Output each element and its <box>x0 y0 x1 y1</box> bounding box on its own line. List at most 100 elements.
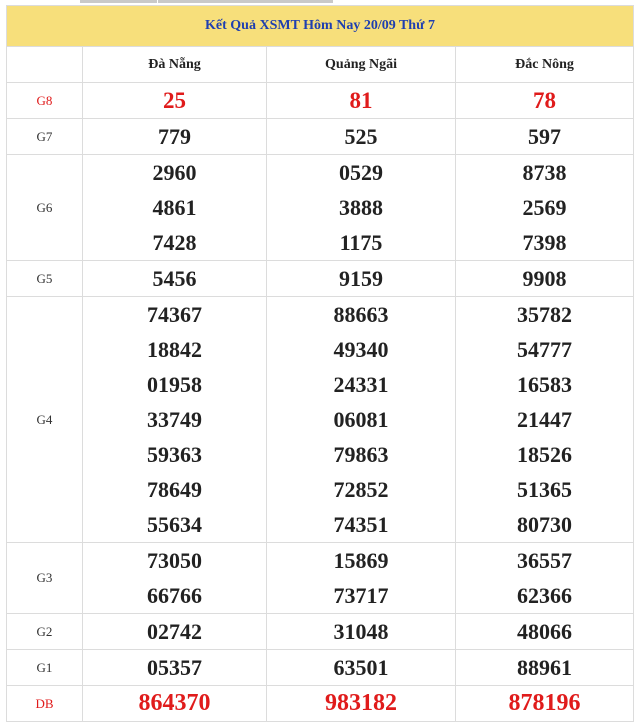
prize-cell-db-da-nang: 864370 <box>82 685 267 722</box>
prize-number: 06081 <box>333 407 389 432</box>
prize-number: 74351 <box>333 512 389 537</box>
prize-number: 88663 <box>333 302 389 327</box>
prize-number: 24331 <box>333 372 389 397</box>
prize-cell-g1-dac-nong: 88961 <box>454 649 635 686</box>
prize-row-g8: G8 25 81 78 <box>6 82 635 119</box>
empty-header-cell <box>6 46 83 83</box>
prize-cell-g7-dac-nong: 597 <box>454 118 635 155</box>
prize-row-g3: G3 73050 66766 15869 73717 36557 62366 <box>6 542 635 614</box>
prize-number: 36557 <box>517 548 573 573</box>
prize-number: 78 <box>533 88 557 113</box>
prize-number: 21447 <box>517 407 573 432</box>
prize-number: 0529 <box>339 160 383 185</box>
province-header-quang-ngai[interactable]: Quảng Ngãi <box>266 46 456 83</box>
prize-label-g2: G2 <box>6 613 83 650</box>
prize-number: 63501 <box>333 655 389 680</box>
prize-number: 74367 <box>147 302 202 327</box>
prize-row-g5: G5 5456 9159 9908 <box>6 260 635 297</box>
prize-number: 66766 <box>147 583 202 608</box>
prize-number: 81 <box>349 88 373 113</box>
prize-number: 59363 <box>147 442 202 467</box>
results-title: Kết Quả XSMT Hôm Nay 20/09 Thứ 7 <box>5 5 635 47</box>
prize-number: 1175 <box>339 230 383 255</box>
prize-cell-g3-da-nang: 73050 66766 <box>82 542 267 614</box>
prize-number: 3888 <box>339 195 383 220</box>
prize-number: 9159 <box>339 266 383 291</box>
prize-number: 31048 <box>333 619 389 644</box>
prize-label-g8: G8 <box>6 82 83 119</box>
prize-number: 878196 <box>508 690 581 716</box>
prize-number: 15869 <box>333 548 389 573</box>
prize-number: 73050 <box>147 548 202 573</box>
prize-row-db: DB 864370 983182 878196 <box>6 685 635 722</box>
province-header-dac-nong[interactable]: Đắc Nông <box>454 46 635 83</box>
prize-number: 9908 <box>522 266 567 291</box>
prize-number: 55634 <box>147 512 202 537</box>
prize-number: 4861 <box>152 195 197 220</box>
prize-cell-g8-dac-nong: 78 <box>454 82 635 119</box>
prize-label-g3: G3 <box>6 542 83 614</box>
province-header-row: Đà Nẵng Quảng Ngãi Đắc Nông <box>6 46 635 83</box>
prize-cell-g3-dac-nong: 36557 62366 <box>454 542 635 614</box>
prize-number: 62366 <box>517 583 573 608</box>
prize-row-g1: G1 05357 63501 88961 <box>6 649 635 686</box>
prize-row-g7: G7 779 525 597 <box>6 118 635 155</box>
prize-number: 49340 <box>333 337 389 362</box>
province-header-da-nang[interactable]: Đà Nẵng <box>82 46 267 83</box>
prize-label-g1: G1 <box>6 649 83 686</box>
prize-number: 05357 <box>147 655 202 680</box>
prize-number: 72852 <box>333 477 389 502</box>
top-tab-strip <box>80 0 333 3</box>
prize-number: 54777 <box>517 337 573 362</box>
prize-number: 51365 <box>517 477 573 502</box>
prize-cell-g4-da-nang: 74367 18842 01958 33749 59363 78649 5563… <box>82 296 267 543</box>
prize-cell-g8-da-nang: 25 <box>82 82 267 119</box>
prize-number: 48066 <box>517 619 573 644</box>
prize-number: 73717 <box>333 583 389 608</box>
prize-number: 983182 <box>325 690 397 716</box>
prize-cell-g6-da-nang: 2960 4861 7428 <box>82 154 267 261</box>
prize-number: 5456 <box>152 266 197 291</box>
prize-row-g2: G2 02742 31048 48066 <box>6 613 635 650</box>
prize-label-g5: G5 <box>6 260 83 297</box>
prize-number: 79863 <box>333 442 389 467</box>
prize-number: 779 <box>158 124 191 149</box>
prize-cell-g1-quang-ngai: 63501 <box>266 649 456 686</box>
prize-cell-g4-dac-nong: 35782 54777 16583 21447 18526 51365 8073… <box>454 296 635 543</box>
prize-label-g6: G6 <box>6 154 83 261</box>
prize-cell-g4-quang-ngai: 88663 49340 24331 06081 79863 72852 7435… <box>266 296 456 543</box>
prize-cell-g6-dac-nong: 8738 2569 7398 <box>454 154 635 261</box>
prize-number: 78649 <box>147 477 202 502</box>
prize-number: 02742 <box>147 619 202 644</box>
prize-number: 35782 <box>517 302 573 327</box>
prize-row-g4: G4 74367 18842 01958 33749 59363 78649 5… <box>6 296 635 543</box>
lottery-results-table: Kết Quả XSMT Hôm Nay 20/09 Thứ 7 Đà Nẵng… <box>5 5 635 722</box>
prize-cell-g6-quang-ngai: 0529 3888 1175 <box>266 154 456 261</box>
prize-cell-db-quang-ngai: 983182 <box>266 685 456 722</box>
prize-number: 2569 <box>522 195 567 220</box>
prize-cell-g7-da-nang: 779 <box>82 118 267 155</box>
prize-cell-db-dac-nong: 878196 <box>454 685 635 722</box>
prize-cell-g5-quang-ngai: 9159 <box>266 260 456 297</box>
prize-number: 2960 <box>152 160 197 185</box>
prize-number: 7428 <box>152 230 197 255</box>
prize-cell-g8-quang-ngai: 81 <box>266 82 456 119</box>
prize-number: 16583 <box>517 372 573 397</box>
prize-cell-g5-dac-nong: 9908 <box>454 260 635 297</box>
prize-number: 864370 <box>138 690 211 716</box>
prize-number: 88961 <box>517 655 573 680</box>
prize-number: 8738 <box>522 160 567 185</box>
prize-cell-g1-da-nang: 05357 <box>82 649 267 686</box>
prize-label-g4: G4 <box>6 296 83 543</box>
prize-cell-g3-quang-ngai: 15869 73717 <box>266 542 456 614</box>
prize-cell-g2-quang-ngai: 31048 <box>266 613 456 650</box>
prize-label-g7: G7 <box>6 118 83 155</box>
prize-number: 7398 <box>522 230 567 255</box>
prize-number: 01958 <box>147 372 202 397</box>
prize-cell-g5-da-nang: 5456 <box>82 260 267 297</box>
prize-number: 18842 <box>147 337 202 362</box>
prize-number: 525 <box>344 124 378 149</box>
prize-number: 33749 <box>147 407 202 432</box>
prize-row-g6: G6 2960 4861 7428 0529 3888 1175 8738 25… <box>6 154 635 261</box>
prize-cell-g2-da-nang: 02742 <box>82 613 267 650</box>
